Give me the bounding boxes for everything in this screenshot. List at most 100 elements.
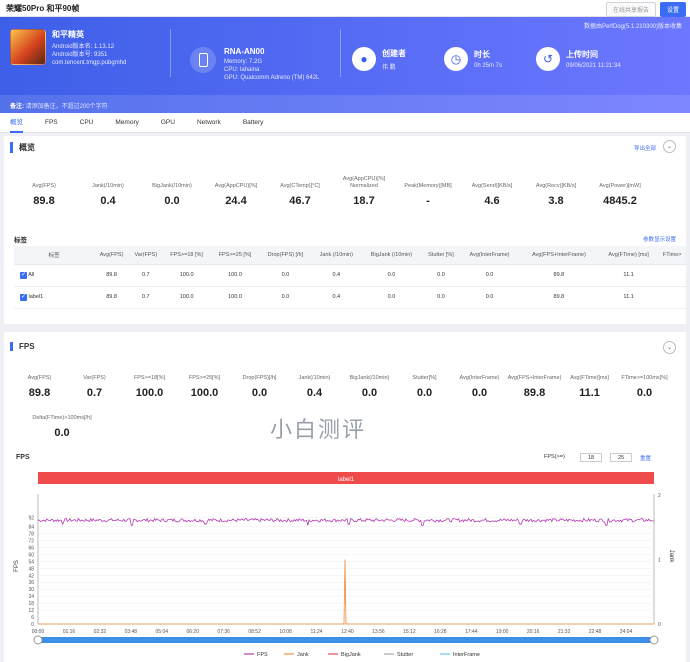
row-checkbox[interactable]: ✓ bbox=[20, 293, 27, 301]
fps-metric: Avg(FTime)[ms] 11.1 bbox=[570, 375, 609, 399]
table-header: Avg(InterFrame) bbox=[459, 246, 520, 265]
x-tick-label: 19:00 bbox=[496, 629, 509, 635]
x-tick-label: 03:48 bbox=[125, 629, 138, 635]
time-range-slider bbox=[38, 637, 654, 643]
x-tick-label: 06:20 bbox=[186, 629, 199, 635]
tab-battery[interactable]: Battery bbox=[243, 113, 264, 133]
label-section-title: 标签 bbox=[14, 237, 27, 244]
x-tick-label: 21:32 bbox=[558, 629, 571, 635]
table-header: Drop(FPS) [/h] bbox=[259, 246, 312, 265]
table-cell: 89.8 bbox=[519, 286, 599, 309]
table-row[interactable]: ✓ label1 89.8 0.7 100.0 100.0 0.0 0.4 0.0 0.0 0.0… bbox=[14, 286, 686, 309]
y-axis-label: FPS bbox=[14, 560, 20, 572]
table-cell: 0.0 bbox=[459, 286, 520, 309]
slider-handle-left bbox=[33, 635, 43, 645]
fps-metric: BigJank(/10min) 0.0 bbox=[349, 375, 390, 399]
fps-metric: Drop(FPS)[/h] 0.0 bbox=[242, 375, 277, 399]
table-row[interactable]: ✓ All 89.8 0.7 100.0 100.0 0.0 0.4 0.0 0.0 0.0 89.… bbox=[14, 264, 686, 287]
reset-link[interactable]: 重置 bbox=[640, 454, 651, 462]
android-version: Android版本名: 1.13.12 bbox=[52, 44, 115, 50]
table-cell: 0.0 bbox=[259, 264, 312, 287]
overview-metric: Avg(CTemp)[°C] 46.7 bbox=[280, 183, 320, 207]
x-tick-label: 11:24 bbox=[310, 629, 322, 635]
y-tick-label: 30 bbox=[28, 587, 34, 593]
table-header: BigJank (/10min) bbox=[360, 246, 422, 265]
remark-field[interactable]: 备注: 请添加备注，不超过200个字符 bbox=[0, 95, 690, 113]
table-cell: 100.0 bbox=[162, 286, 211, 309]
game-info: 和平精英 Android版本名: 1.13.12 Android版本号: 935… bbox=[10, 29, 126, 67]
y-tick-label: 84 bbox=[28, 525, 34, 531]
tab-cpu[interactable]: CPU bbox=[80, 113, 94, 133]
delta-ftime-metric: Delta(FTime)>100ms[/h] 0.0 bbox=[32, 415, 92, 439]
fps-metric: Avg(FPS) 89.8 bbox=[27, 375, 52, 399]
x-tick-label: 00:00 bbox=[32, 629, 45, 635]
x-tick-label: 20:16 bbox=[527, 629, 540, 635]
overview-metric: Avg(Power)[mW] 4845.2 bbox=[599, 183, 641, 207]
y-tick-label: 54 bbox=[28, 559, 34, 565]
fps-threshold-1-input[interactable]: 18 bbox=[580, 453, 602, 462]
x-tick-label: 02:32 bbox=[94, 629, 107, 635]
table-cell bbox=[658, 286, 686, 309]
legend-label: Jank bbox=[297, 652, 309, 658]
table-header: Var(FPS) bbox=[129, 246, 163, 265]
settings-button[interactable]: 设置 bbox=[659, 2, 686, 17]
table-cell: 11.1 bbox=[598, 286, 659, 309]
table-header: Jank (/10min) bbox=[311, 246, 361, 265]
table-header: FTime> bbox=[658, 246, 686, 265]
table-cell: 0.0 bbox=[422, 286, 460, 309]
y2-tick-label: 2 bbox=[658, 493, 661, 499]
tab-memory[interactable]: Memory bbox=[115, 113, 138, 133]
x-tick-label: 22:48 bbox=[589, 629, 602, 635]
overview-metric: Avg(Send)[KB/s] 4.6 bbox=[471, 183, 513, 207]
export-all-link[interactable]: 导出全部 bbox=[634, 144, 656, 152]
x-tick-label: 01:16 bbox=[63, 629, 76, 635]
tab-network[interactable]: Network bbox=[197, 113, 221, 133]
label-band-text: label1 bbox=[338, 477, 355, 483]
x-tick-label: 13:56 bbox=[372, 629, 385, 635]
slider-handle-right bbox=[649, 635, 659, 645]
table-header: FPS>=25 [%] bbox=[210, 246, 260, 265]
y-tick-label: 66 bbox=[28, 545, 34, 551]
overview-card: 概览 导出全部 ⌄ Avg(FPS) 89.8 Jank(/10min) 0.4 Big… bbox=[4, 136, 686, 324]
tab-fps[interactable]: FPS bbox=[45, 113, 58, 133]
label-table: 标签 Avg(FPS) Var(FPS) FPS>=18 [%] FPS>=25 [%]… bbox=[14, 246, 686, 309]
top-bar: 荣耀50Pro 和平90帧 在线共享报告 设置 bbox=[0, 0, 690, 17]
chevron-down-icon[interactable]: ⌄ bbox=[663, 140, 676, 153]
chevron-down-icon[interactable]: ⌄ bbox=[663, 341, 676, 354]
tab-gpu[interactable]: GPU bbox=[161, 113, 175, 133]
share-report-button[interactable]: 在线共享报告 bbox=[605, 2, 656, 17]
table-cell: 0.0 bbox=[422, 264, 460, 287]
y-tick-label: 24 bbox=[28, 594, 34, 600]
table-header: Avg(FPS+InterFrame) bbox=[519, 246, 599, 265]
fps-series-line bbox=[37, 517, 654, 526]
jank-series-line bbox=[38, 559, 654, 625]
fps-metric: Var(FPS) 0.7 bbox=[83, 375, 106, 399]
y-tick-label: 6 bbox=[31, 615, 34, 621]
fps-chart-title: FPS bbox=[16, 454, 30, 461]
y-tick-label: 92 bbox=[28, 515, 34, 521]
x-tick-label: 05:04 bbox=[156, 629, 169, 635]
overview-metric: Peak(Memory)[MB] - bbox=[404, 183, 452, 207]
fps-threshold-2-input[interactable]: 25 bbox=[610, 453, 632, 462]
table-cell: 11.1 bbox=[598, 264, 659, 287]
legend-label: FPS bbox=[257, 652, 268, 658]
y-tick-label: 60 bbox=[28, 552, 34, 558]
legend-label: Stutter bbox=[397, 652, 413, 658]
row-label: label1 bbox=[28, 293, 44, 300]
y-tick-label: 36 bbox=[28, 580, 34, 586]
param-display-settings-link[interactable]: 参数显示设置 bbox=[643, 235, 676, 243]
table-cell: 0.0 bbox=[360, 286, 422, 309]
overview-title: 概览 bbox=[10, 142, 35, 153]
overview-metrics: Avg(FPS) 89.8 Jank(/10min) 0.4 BigJank(/10mi… bbox=[4, 172, 686, 207]
table-cell: 0.7 bbox=[129, 286, 163, 309]
table-cell: 89.8 bbox=[94, 264, 130, 287]
history-icon: ↺ bbox=[536, 47, 560, 71]
table-cell: 0.4 bbox=[311, 264, 361, 287]
report-header: 数据由PerfDog(5.1.210300)版本收集 和平精英 Android版… bbox=[0, 17, 690, 113]
table-cell: 89.8 bbox=[519, 264, 599, 287]
row-checkbox[interactable]: ✓ bbox=[20, 271, 27, 279]
tab-overview[interactable]: 概览 bbox=[10, 113, 23, 133]
table-cell: 0.0 bbox=[360, 264, 422, 287]
table-header: FPS>=18 [%] bbox=[162, 246, 211, 265]
y2-tick-label: 1 bbox=[658, 558, 661, 564]
